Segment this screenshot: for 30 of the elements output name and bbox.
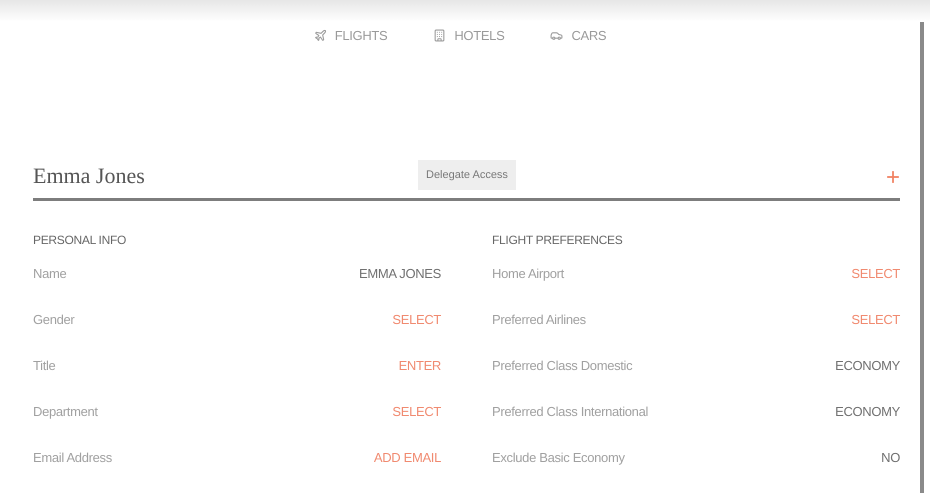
- field-label: Email Address: [33, 448, 112, 467]
- field-action-link[interactable]: ADD EMAIL: [374, 448, 441, 468]
- field-action-link[interactable]: SELECT: [392, 310, 441, 330]
- field-action-link[interactable]: SELECT: [851, 264, 900, 284]
- field-label: Preferred Airlines: [492, 310, 586, 329]
- field-label: Title: [33, 356, 56, 375]
- nav-tab[interactable]: FLIGHTS: [314, 26, 388, 46]
- profile-name: Emma Jones: [33, 162, 146, 190]
- field-action-link[interactable]: SELECT: [851, 310, 900, 330]
- section-title: PERSONAL INFO: [33, 232, 128, 248]
- field-label: Exclude Basic Economy: [492, 448, 625, 467]
- nav-tab[interactable]: CARS: [550, 26, 606, 46]
- field-label: Preferred Class International: [492, 402, 648, 421]
- field-label: Gender: [33, 310, 74, 329]
- plane-icon: [314, 29, 327, 42]
- field-value: ECONOMY: [835, 356, 900, 375]
- field-label: Department: [33, 402, 98, 421]
- add-button[interactable]: +: [886, 166, 900, 190]
- nav-tab[interactable]: HOTELS: [433, 26, 504, 46]
- field-label: Home Airport: [492, 264, 564, 283]
- field-value: EMMA JONES: [359, 264, 441, 283]
- section-title: FLIGHT PREFERENCES: [492, 232, 624, 248]
- field-action-link[interactable]: SELECT: [392, 402, 441, 422]
- field-value: NO: [881, 448, 900, 467]
- field-action-link[interactable]: ENTER: [398, 356, 441, 376]
- field-label: Name: [33, 264, 66, 283]
- field-value: ECONOMY: [835, 402, 900, 421]
- delegate-access-button[interactable]: Delegate Access: [418, 160, 516, 190]
- building-icon: [433, 29, 446, 42]
- field-label: Preferred Class Domestic: [492, 356, 632, 375]
